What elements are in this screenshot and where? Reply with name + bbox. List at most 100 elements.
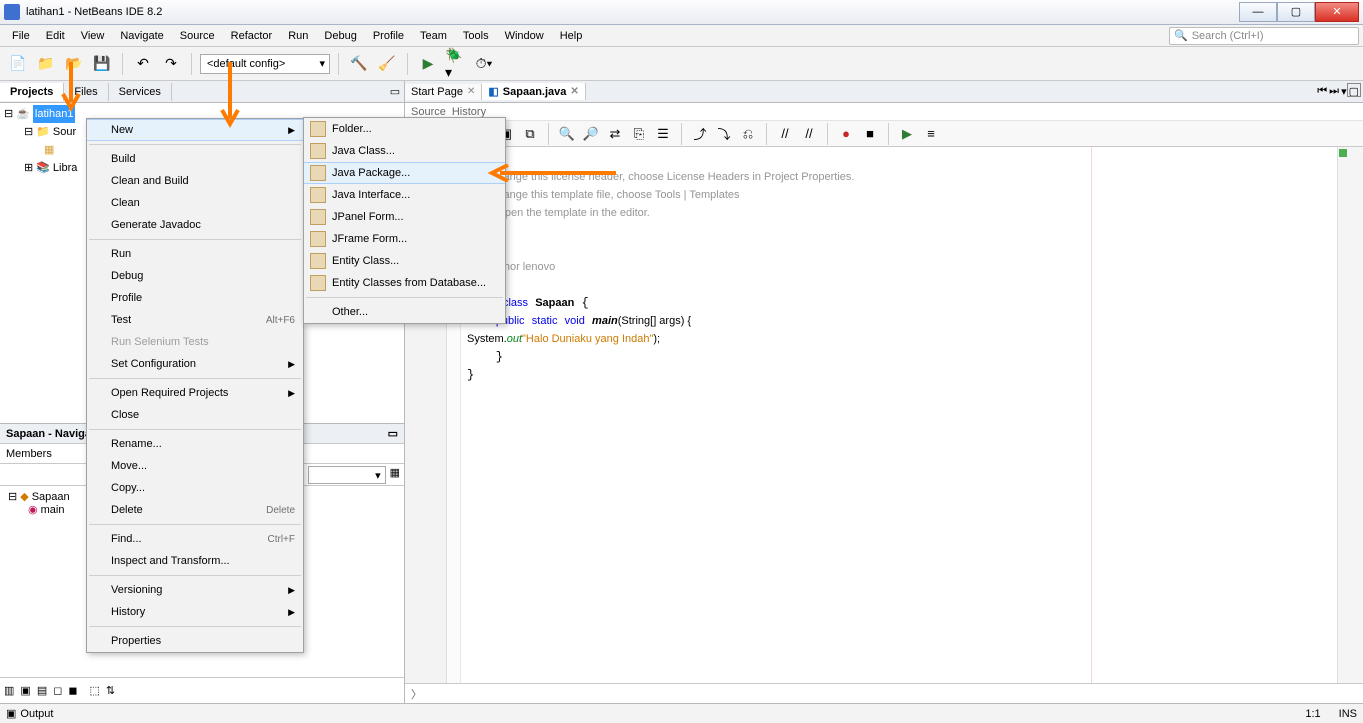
new-project-icon[interactable]: 📁 bbox=[34, 52, 58, 76]
run-file-icon[interactable]: ▶ bbox=[897, 124, 917, 144]
libraries-node[interactable]: ⊞ 📚 Libra bbox=[24, 159, 77, 177]
menu-javadoc[interactable]: Generate Javadoc bbox=[87, 214, 303, 236]
minimize-button[interactable]: — bbox=[1239, 2, 1277, 22]
submenu-entity-db[interactable]: Entity Classes from Database... bbox=[304, 272, 505, 294]
menu-debug[interactable]: Debug bbox=[316, 28, 364, 44]
undo-icon[interactable]: ↶ bbox=[131, 52, 155, 76]
find-next-icon[interactable]: 🔎 bbox=[581, 124, 601, 144]
editor-tool-icon[interactable]: ⇄ bbox=[605, 124, 625, 144]
source-packages-node[interactable]: ⊟ 📁 Sour bbox=[24, 123, 77, 141]
menu-set-config[interactable]: Set Configuration▶ bbox=[87, 353, 303, 375]
build-icon[interactable]: 🔨 bbox=[347, 52, 371, 76]
menu-help[interactable]: Help bbox=[552, 28, 591, 44]
clean-build-icon[interactable]: 🧹 bbox=[375, 52, 399, 76]
find-prev-icon[interactable]: 🔍 bbox=[557, 124, 577, 144]
config-combo[interactable]: <default config> ▾ bbox=[200, 54, 330, 74]
submenu-java-class[interactable]: Java Class... bbox=[304, 140, 505, 162]
expand-icon[interactable]: ⊟ bbox=[4, 105, 13, 123]
menu-clean[interactable]: Clean bbox=[87, 192, 303, 214]
submenu-java-package[interactable]: Java Package... bbox=[304, 162, 505, 184]
navigator-filter-combo[interactable]: ▾ bbox=[308, 466, 386, 484]
output-tab-icon[interactable]: ▣ bbox=[6, 707, 16, 720]
menu-window[interactable]: Window bbox=[497, 28, 552, 44]
prev-tab-icon[interactable]: ⏮ bbox=[1317, 85, 1327, 98]
menu-run[interactable]: Run bbox=[280, 28, 316, 44]
menu-run-project[interactable]: Run bbox=[87, 243, 303, 265]
shift-down-icon[interactable]: ⤵ bbox=[714, 124, 734, 144]
menu-move[interactable]: Move... bbox=[87, 455, 303, 477]
project-node[interactable]: ⊟ ☕ latihan1 bbox=[4, 105, 77, 123]
code-content[interactable]: * To change this license header, choose … bbox=[461, 147, 1349, 683]
filter-icon[interactable]: ▤ bbox=[37, 684, 47, 697]
package-node[interactable]: ▦ bbox=[44, 141, 77, 159]
open-project-icon[interactable]: 📂 bbox=[62, 52, 86, 76]
filter-icon[interactable]: ⬚ bbox=[90, 684, 100, 697]
menu-view[interactable]: View bbox=[73, 28, 113, 44]
filter-icon[interactable]: ◻ bbox=[53, 684, 62, 697]
editor-breadcrumb[interactable]: 〉 bbox=[405, 683, 1363, 703]
submenu-folder[interactable]: Folder... bbox=[304, 118, 505, 140]
output-tab-label[interactable]: Output bbox=[20, 708, 53, 720]
debug-icon[interactable]: 🪲▾ bbox=[444, 52, 468, 76]
quick-search[interactable]: 🔍 Search (Ctrl+I) bbox=[1169, 27, 1359, 45]
editor-tab-sapaan[interactable]: ◧ Sapaan.java ✕ bbox=[482, 83, 585, 100]
filter-icon[interactable]: ▥ bbox=[4, 684, 14, 697]
menu-copy[interactable]: Copy... bbox=[87, 477, 303, 499]
submenu-jframe[interactable]: JFrame Form... bbox=[304, 228, 505, 250]
menu-refactor[interactable]: Refactor bbox=[223, 28, 281, 44]
submenu-jpanel[interactable]: JPanel Form... bbox=[304, 206, 505, 228]
tab-files[interactable]: Files bbox=[64, 83, 108, 101]
submenu-java-interface[interactable]: Java Interface... bbox=[304, 184, 505, 206]
menu-test[interactable]: TestAlt+F6 bbox=[87, 309, 303, 331]
close-icon[interactable]: ✕ bbox=[570, 86, 578, 97]
submenu-entity[interactable]: Entity Class... bbox=[304, 250, 505, 272]
menu-find[interactable]: Find...Ctrl+F bbox=[87, 528, 303, 550]
next-tab-icon[interactable]: ⏭ bbox=[1329, 85, 1339, 98]
menu-close-project[interactable]: Close bbox=[87, 404, 303, 426]
menu-versioning[interactable]: Versioning▶ bbox=[87, 579, 303, 601]
close-icon[interactable]: ✕ bbox=[467, 86, 475, 97]
profile-icon[interactable]: ⏱▾ bbox=[472, 52, 496, 76]
maximize-button[interactable]: ▢ bbox=[1277, 2, 1315, 22]
filter-icon[interactable]: ◼ bbox=[68, 684, 77, 697]
editor-tool-icon[interactable]: ⎘ bbox=[629, 124, 649, 144]
navigator-settings-icon[interactable]: ▦ bbox=[390, 466, 400, 479]
source-toggle[interactable]: Source bbox=[411, 106, 446, 118]
panel-minimize-button[interactable]: ▭ bbox=[388, 427, 398, 440]
menu-new[interactable]: New▶ bbox=[87, 119, 303, 141]
tab-projects[interactable]: Projects bbox=[0, 83, 64, 101]
error-stripe[interactable] bbox=[1337, 147, 1349, 683]
submenu-other[interactable]: Other... bbox=[304, 301, 505, 323]
history-toggle[interactable]: History bbox=[452, 106, 486, 118]
expand-icon[interactable]: ⊟ bbox=[24, 123, 33, 141]
expand-icon[interactable]: ⊟ bbox=[8, 490, 17, 503]
menu-properties[interactable]: Properties bbox=[87, 630, 303, 652]
editor-minimize-icon[interactable] bbox=[1347, 83, 1361, 97]
menu-clean-build[interactable]: Clean and Build bbox=[87, 170, 303, 192]
shift-up-icon[interactable]: ⤴ bbox=[690, 124, 710, 144]
code-editor[interactable]: 1213141516 ⊟ * To change this license he… bbox=[405, 147, 1363, 683]
menu-navigate[interactable]: Navigate bbox=[112, 28, 171, 44]
close-button[interactable]: ✕ bbox=[1315, 2, 1359, 22]
editor-tab-startpage[interactable]: Start Page ✕ bbox=[405, 84, 482, 100]
menu-history[interactable]: History▶ bbox=[87, 601, 303, 623]
editor-tool-icon[interactable]: ≡ bbox=[921, 124, 941, 144]
menu-profile-project[interactable]: Profile bbox=[87, 287, 303, 309]
menu-source[interactable]: Source bbox=[172, 28, 223, 44]
menu-profile[interactable]: Profile bbox=[365, 28, 412, 44]
menu-file[interactable]: File bbox=[4, 28, 38, 44]
filter-icon[interactable]: ⇅ bbox=[106, 684, 115, 697]
menu-team[interactable]: Team bbox=[412, 28, 455, 44]
menu-edit[interactable]: Edit bbox=[38, 28, 73, 44]
run-icon[interactable]: ▶ bbox=[416, 52, 440, 76]
menu-rename[interactable]: Rename... bbox=[87, 433, 303, 455]
menu-open-required[interactable]: Open Required Projects▶ bbox=[87, 382, 303, 404]
filter-icon[interactable]: ▣ bbox=[20, 684, 30, 697]
comment-icon[interactable]: // bbox=[775, 124, 795, 144]
menu-debug-project[interactable]: Debug bbox=[87, 265, 303, 287]
save-all-icon[interactable]: 💾 bbox=[90, 52, 114, 76]
editor-tool-icon[interactable]: ⎌ bbox=[738, 124, 758, 144]
editor-tool-icon[interactable]: ☰ bbox=[653, 124, 673, 144]
menu-delete[interactable]: DeleteDelete bbox=[87, 499, 303, 521]
menu-tools[interactable]: Tools bbox=[455, 28, 497, 44]
